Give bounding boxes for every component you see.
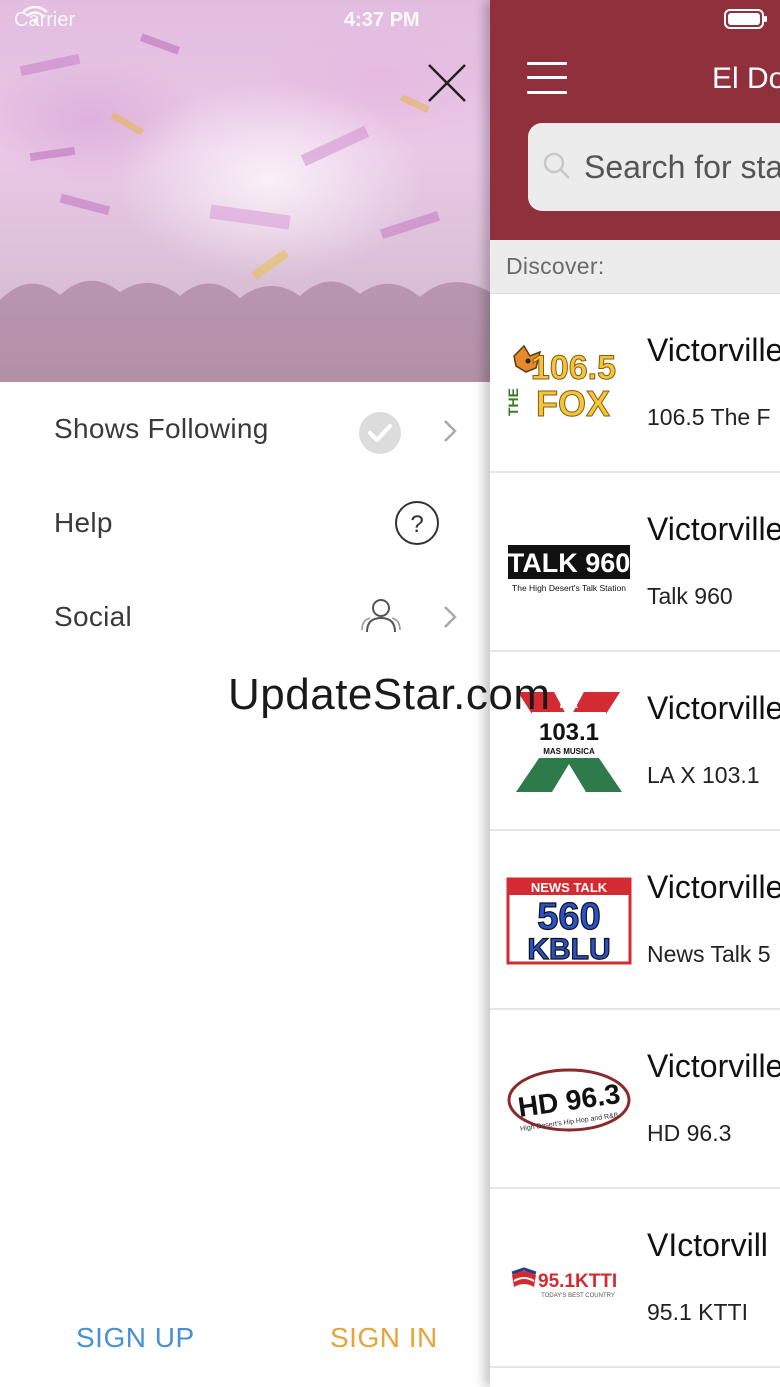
station-title: Victorville — [647, 511, 780, 547]
menu-item-help[interactable]: Help ? — [0, 476, 490, 570]
station-subtitle: HD 96.3 — [647, 1120, 732, 1146]
logo-text: NEWS TALK — [531, 880, 608, 895]
station-row[interactable]: 95.1KTTI TODAY'S BEST COUNTRY VIctorvill… — [490, 1189, 780, 1368]
station-logo-hd963: HD 96.3 High Desert's Hip Hop and R&B — [507, 1068, 631, 1133]
hamburger-bar — [527, 76, 567, 79]
discover-label: Discover: — [506, 253, 605, 279]
station-row[interactable]: 106.5 FOX THE Victorville 106.5 The F — [490, 294, 780, 473]
station-logo-kblu: NEWS TALK 560 KBLU — [506, 877, 632, 967]
sign-up-button[interactable]: SIGN UP — [76, 1322, 195, 1354]
station-subtitle: 95.1 KTTI — [647, 1299, 748, 1325]
status-bar-time: 4:37 PM — [344, 9, 420, 31]
logo-text: 560 — [537, 896, 600, 938]
logo-text: TALK 960 — [508, 548, 631, 578]
drawer-hero-image: Carrier 4:37 PM — [0, 0, 490, 382]
people-icon — [361, 599, 401, 633]
menu-item-label: Shows Following — [54, 413, 269, 444]
hamburger-bar — [527, 62, 567, 65]
station-subtitle: News Talk 5 — [647, 941, 771, 967]
menu-hamburger-button[interactable] — [527, 60, 567, 96]
logo-text: 95.1KTTI — [538, 1271, 617, 1292]
logo-text: THE — [506, 388, 521, 416]
main-header: El Do Search for sta — [490, 0, 780, 240]
station-subtitle: 106.5 The F — [647, 404, 771, 430]
menu-item-social[interactable]: Social — [0, 570, 490, 664]
station-row[interactable]: TALK 960 The High Desert's Talk Station … — [490, 473, 780, 652]
logo-text: KBLU — [527, 933, 610, 966]
logo-text: 103.1 — [539, 719, 599, 746]
station-subtitle: LA X 103.1 — [647, 762, 760, 788]
station-logo-fox: 106.5 FOX THE — [506, 344, 617, 425]
status-bar-carrier: Carrier — [14, 6, 75, 34]
watermark-text: UpdateStar.com — [228, 670, 551, 719]
close-icon — [428, 64, 466, 102]
station-title: Victorville — [647, 690, 780, 726]
logo-text: The High Desert's Talk Station — [512, 583, 626, 593]
page-title: El Do — [712, 62, 780, 95]
station-subtitle: Talk 960 — [647, 583, 733, 609]
discover-section-header: Discover: — [490, 240, 780, 294]
chevron-right-icon — [444, 606, 457, 628]
chevron-right-icon — [444, 420, 457, 442]
sign-in-button[interactable]: SIGN IN — [330, 1322, 438, 1354]
close-drawer-button[interactable] — [420, 56, 474, 110]
station-logo-ktti: 95.1KTTI TODAY'S BEST COUNTRY — [511, 1267, 617, 1299]
hamburger-bar — [527, 91, 567, 94]
station-row[interactable]: NEWS TALK 560 KBLU Victorville News Talk… — [490, 831, 780, 1010]
station-logo-talk960: TALK 960 The High Desert's Talk Station — [508, 545, 631, 593]
logo-text: 106.5 — [531, 349, 616, 387]
question-circle-icon: ? — [395, 501, 439, 545]
station-title: Victorville — [647, 1048, 780, 1084]
wifi-icon — [22, 6, 48, 24]
search-placeholder: Search for sta — [584, 149, 780, 185]
station-list: 106.5 FOX THE Victorville 106.5 The F TA… — [490, 294, 780, 1368]
station-search-input[interactable]: Search for sta — [528, 123, 780, 211]
search-icon — [543, 152, 570, 179]
auth-actions: SIGN UP SIGN IN — [0, 1310, 490, 1370]
station-title: Victorville — [647, 869, 780, 905]
check-circle-icon — [359, 412, 401, 454]
confetti-crowd-graphic — [0, 33, 490, 382]
menu-item-label: Help — [54, 507, 113, 538]
station-title: Victorville — [647, 332, 780, 368]
menu-item-label: Social — [54, 601, 133, 632]
svg-text:?: ? — [410, 511, 423, 538]
logo-text: FOX — [536, 383, 610, 424]
battery-icon — [724, 9, 767, 29]
station-title: VIctorvill — [647, 1227, 768, 1263]
logo-text: TODAY'S BEST COUNTRY — [541, 1293, 615, 1299]
drawer-menu: Shows Following Help ? Social — [0, 382, 490, 664]
logo-text: MAS MUSICA — [543, 747, 595, 756]
station-row[interactable]: HD 96.3 High Desert's Hip Hop and R&B Vi… — [490, 1010, 780, 1189]
menu-item-shows-following[interactable]: Shows Following — [0, 382, 490, 476]
logo-text: La — [560, 695, 579, 712]
